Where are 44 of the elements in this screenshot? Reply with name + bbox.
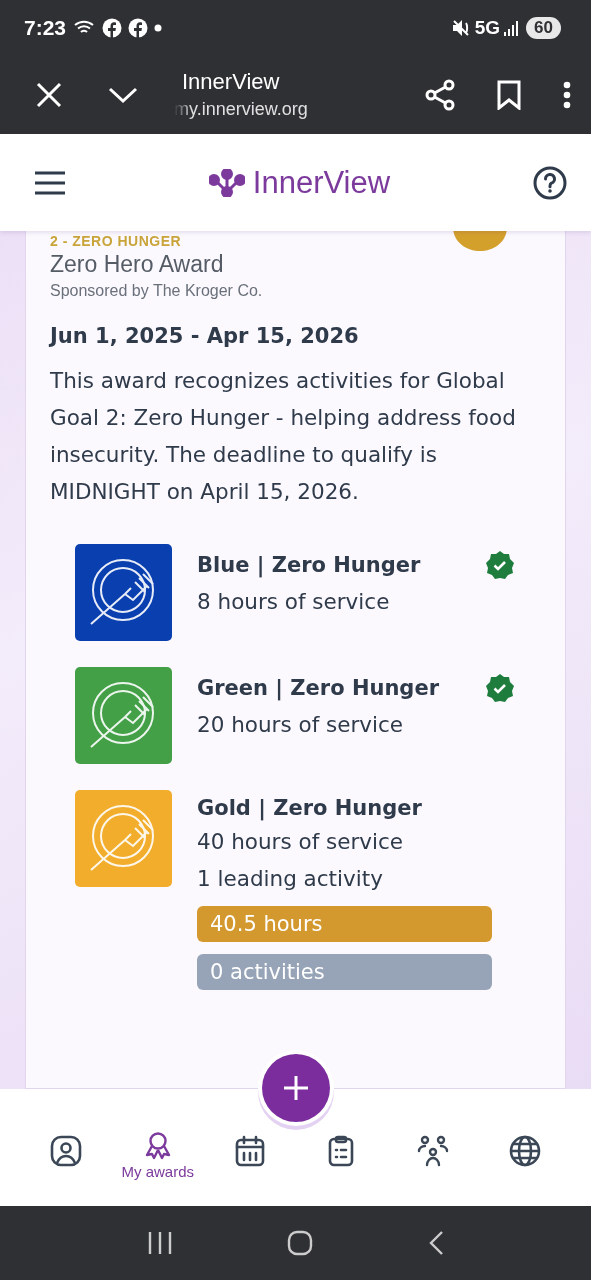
page-title: InnerView [182, 69, 281, 95]
goal-label: 2 - ZERO HUNGER [50, 233, 183, 249]
level-name: Blue | Zero Hunger [197, 553, 422, 577]
globe-icon [509, 1135, 542, 1167]
calendar-icon [234, 1135, 265, 1167]
requirement-text: 1 leading activity [197, 865, 384, 893]
plus-icon [282, 1074, 310, 1102]
dot-icon [154, 23, 163, 32]
facebook-icon [128, 17, 149, 38]
requirement-text: 40 hours of service [197, 828, 405, 856]
people-icon [417, 1135, 450, 1167]
bowl-icon [453, 231, 507, 253]
level-name: Gold | Zero Hunger [197, 796, 423, 820]
back-button[interactable] [427, 1230, 444, 1256]
clock: 7:23 [24, 15, 67, 40]
logo-icon [208, 168, 245, 197]
profile-icon [49, 1135, 82, 1167]
award-title: Zero Hero Award [50, 251, 225, 278]
requirement-text: 20 hours of service [197, 711, 405, 739]
help-button[interactable] [533, 165, 567, 200]
mute-icon [450, 17, 471, 38]
menu-button[interactable] [34, 170, 66, 195]
page-url: my.innerview.org [174, 99, 308, 120]
clipboard-icon [328, 1135, 355, 1167]
nav-tab[interactable]: My awards [111, 1131, 204, 1180]
more-button[interactable] [563, 80, 571, 109]
recents-button[interactable] [147, 1231, 174, 1255]
signal-icon [504, 19, 521, 36]
requirement-text: 8 hours of service [197, 588, 391, 616]
facebook-icon [102, 17, 123, 38]
progress-pill: 0 activities [197, 954, 492, 990]
close-button[interactable] [36, 81, 62, 108]
progress-pill: 40.5 hours [197, 906, 492, 942]
share-button[interactable] [425, 78, 455, 111]
date-range: Jun 1, 2025 - Apr 15, 2026 [50, 324, 360, 348]
minimize-button[interactable] [108, 85, 138, 104]
sponsor-text: Sponsored by The Kroger Co. [50, 282, 264, 300]
battery-level: 60 [526, 16, 561, 39]
home-button[interactable] [287, 1230, 314, 1256]
network-type: 5G [474, 16, 501, 39]
bookmark-button[interactable] [497, 79, 521, 110]
brand-name: InnerView [252, 164, 391, 201]
award-description: This award recognizes activities for Global Goal 2: Zero Hunger - helping address food insecurity. The deadline to qualify is MIDNIGHT on April 15, 2026. [50, 367, 517, 506]
level-name: Green | Zero Hunger [197, 676, 440, 700]
